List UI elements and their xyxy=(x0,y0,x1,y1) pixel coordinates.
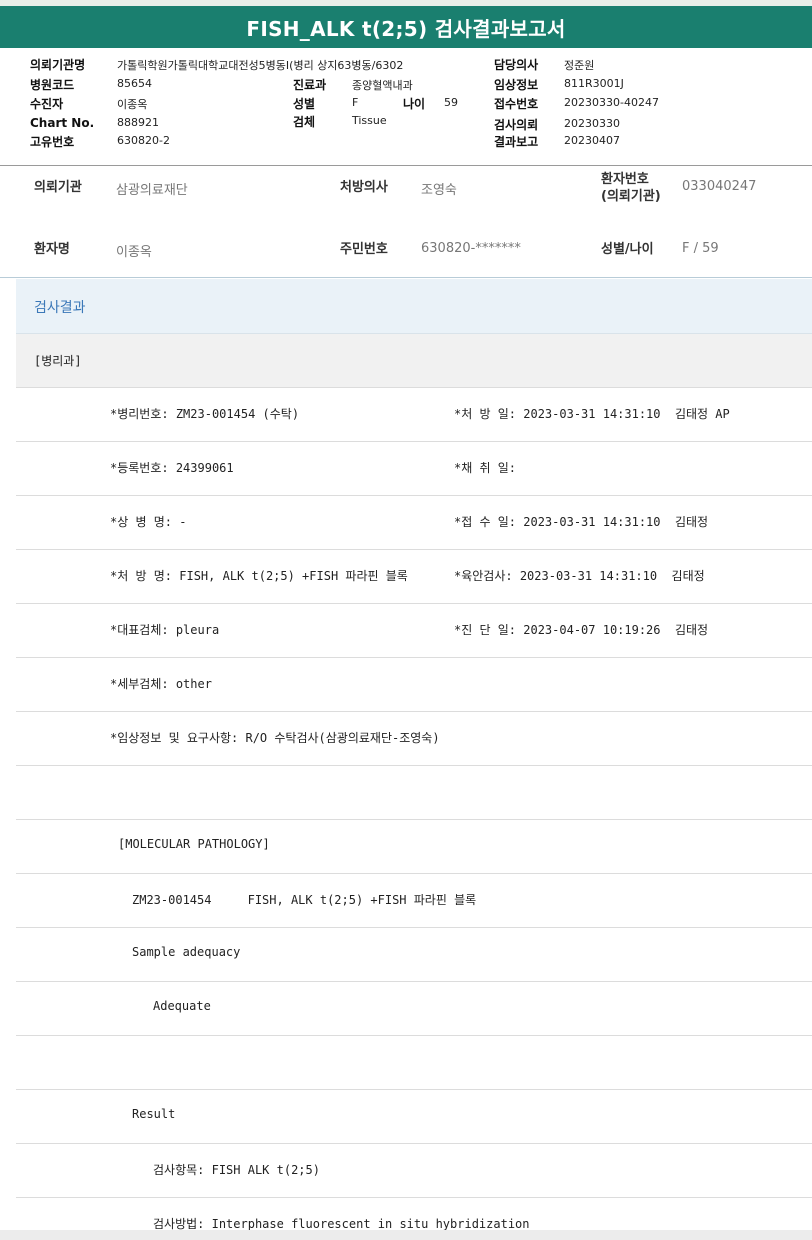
patient-name-label: 환자명 xyxy=(34,242,70,257)
department-row: [병리과] xyxy=(16,334,812,388)
sex-age-value: F / 59 xyxy=(682,241,719,256)
report-row: *상 병 명: - *접 수 일: 2023-03-31 14:31:10 김태… xyxy=(16,496,812,550)
collection-date: *채 취 일: xyxy=(454,461,517,475)
result-report-value: 20230407 xyxy=(564,134,620,147)
clinical-request: *임상정보 및 요구사항: R/O 수탁검사(삼광의료재단-조영숙) xyxy=(110,731,440,745)
report-row: *처 방 명: FISH, ALK t(2;5) +FISH 파라핀 블록 *육… xyxy=(16,550,812,604)
clinical-info-value: 811R3001J xyxy=(564,77,624,90)
prescription-date: *처 방 일: 2023-03-31 14:31:10 김태정 AP xyxy=(454,407,730,421)
prescription-name: *처 방 명: FISH, ALK t(2;5) +FISH 파라핀 블록 xyxy=(110,569,408,583)
rrn-label: 주민번호 xyxy=(340,242,388,257)
registration-no: *등록번호: 24399061 xyxy=(110,461,234,475)
sex-value: F xyxy=(352,96,359,109)
unique-no-value: 630820-2 xyxy=(117,134,170,147)
report-row: *등록번호: 24399061 *채 취 일: xyxy=(16,442,812,496)
report-body: *병리번호: ZM23-001454 (수탁) *처 방 일: 2023-03-… xyxy=(16,388,812,1240)
accession-value: 20230330-40247 xyxy=(564,96,659,109)
result-label: Result xyxy=(132,1107,176,1121)
sub-specimen: *세부검체: other xyxy=(110,677,212,691)
prescriber-label: 처방의사 xyxy=(340,180,388,195)
institution-label: 의뢰기관명 xyxy=(30,58,86,72)
patient-info-panel: 의뢰기관 삼광의료재단 처방의사 조영숙 환자번호 (의뢰기관) 0330402… xyxy=(0,166,812,278)
requester-value: 삼광의료재단 xyxy=(116,183,188,198)
report-row: Sample adequacy xyxy=(16,928,812,982)
test-item: 검사항목: FISH ALK t(2;5) xyxy=(153,1163,320,1177)
report-row: Result xyxy=(16,1090,812,1144)
patient-name-value: 이종옥 xyxy=(116,245,152,260)
case-line: ZM23-001454 FISH, ALK t(2;5) +FISH 파라핀 블… xyxy=(132,893,477,907)
sample-adequacy: Sample adequacy xyxy=(132,945,241,959)
clinical-info-label: 임상정보 xyxy=(494,78,539,92)
receipt-date: *접 수 일: 2023-03-31 14:31:10 김태정 xyxy=(454,515,709,529)
doctor-label: 담당의사 xyxy=(494,58,539,72)
report-title: FISH_ALK t(2;5) 검사결과보고서 xyxy=(246,16,566,41)
department-value: 종양혈액내과 xyxy=(352,79,413,92)
diagnosis-date: *진 단 일: 2023-04-07 10:19:26 김태정 xyxy=(454,623,709,637)
accession-label: 접수번호 xyxy=(494,97,539,111)
report-row-blank xyxy=(16,1036,812,1090)
patient-value: 이종옥 xyxy=(117,98,148,111)
results-section-title: 검사결과 xyxy=(34,300,86,316)
horizontal-scrollbar[interactable] xyxy=(0,1230,812,1240)
prescriber-value: 조영숙 xyxy=(421,183,457,198)
doctor-value: 정준원 xyxy=(564,59,595,72)
report-row: Adequate xyxy=(16,982,812,1036)
rrn-value: 630820-******* xyxy=(421,241,521,256)
report-row: [MOLECULAR PATHOLOGY] xyxy=(16,820,812,874)
hospital-code-label: 병원코드 xyxy=(30,78,75,92)
test-request-value: 20230330 xyxy=(564,117,620,130)
patient-no-sublabel: (의뢰기관) xyxy=(601,189,661,204)
gross-exam: *육안검사: 2023-03-31 14:31:10 김태정 xyxy=(454,569,705,583)
report-title-bar: FISH_ALK t(2;5) 검사결과보고서 xyxy=(0,0,812,48)
report-row: *세부검체: other xyxy=(16,658,812,712)
molecular-pathology-header: [MOLECULAR PATHOLOGY] xyxy=(118,837,270,851)
specimen-label: 검체 xyxy=(293,115,316,129)
disease-name: *상 병 명: - xyxy=(110,515,187,529)
results-section-header: 검사결과 xyxy=(16,279,812,334)
patient-no-value: 033040247 xyxy=(682,179,757,194)
report-row: *대표검체: pleura *진 단 일: 2023-04-07 10:19:2… xyxy=(16,604,812,658)
result-report-label: 결과보고 xyxy=(494,135,539,149)
report-header: 의뢰기관명 가톨릭학원가톨릭대학교대전성5병동I(병리 상지63병동/6302 … xyxy=(0,48,812,166)
institution-value: 가톨릭학원가톨릭대학교대전성5병동I(병리 상지63병동/6302 xyxy=(117,59,404,72)
hospital-code-value: 85654 xyxy=(117,77,152,90)
department-name: [병리과] xyxy=(34,354,82,368)
chart-no-value: 888921 xyxy=(117,116,159,129)
requester-label: 의뢰기관 xyxy=(34,180,82,195)
unique-no-label: 고유번호 xyxy=(30,135,75,149)
sex-label: 성별 xyxy=(293,97,316,111)
report-row: 검사항목: FISH ALK t(2;5) xyxy=(16,1144,812,1198)
specimen-value: Tissue xyxy=(352,114,387,127)
report-row: *임상정보 및 요구사항: R/O 수탁검사(삼광의료재단-조영숙) xyxy=(16,712,812,766)
main-specimen: *대표검체: pleura xyxy=(110,623,220,637)
report-row-blank xyxy=(16,766,812,820)
report-row: *병리번호: ZM23-001454 (수탁) *처 방 일: 2023-03-… xyxy=(16,388,812,442)
report-row: ZM23-001454 FISH, ALK t(2;5) +FISH 파라핀 블… xyxy=(16,874,812,928)
patient-no-label: 환자번호 xyxy=(601,172,649,187)
chart-no-label: Chart No. xyxy=(30,116,95,130)
patient-label: 수진자 xyxy=(30,97,64,111)
age-label: 나이 xyxy=(403,97,426,111)
adequacy-result: Adequate xyxy=(153,999,211,1013)
department-label: 진료과 xyxy=(293,78,327,92)
test-request-label: 검사의뢰 xyxy=(494,118,539,132)
sex-age-label: 성별/나이 xyxy=(601,242,654,257)
pathology-no: *병리번호: ZM23-001454 (수탁) xyxy=(110,407,300,421)
age-value: 59 xyxy=(444,96,458,109)
